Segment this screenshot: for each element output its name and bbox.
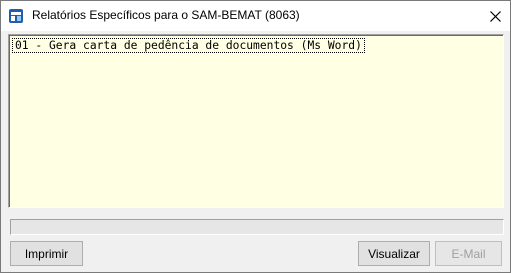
email-button[interactable]: E-Mail [435, 241, 502, 266]
progress-bar [10, 219, 504, 235]
preview-button[interactable]: Visualizar [358, 241, 430, 266]
list-item[interactable]: 01 - Gera carta de pedência de documento… [12, 38, 365, 53]
report-list[interactable]: 01 - Gera carta de pedência de documento… [8, 34, 504, 208]
dialog-window: Relatórios Específicos para o SAM-BEMAT … [0, 0, 511, 273]
print-button[interactable]: Imprimir [10, 241, 83, 266]
title-bar[interactable]: Relatórios Específicos para o SAM-BEMAT … [1, 1, 510, 31]
window-title: Relatórios Específicos para o SAM-BEMAT … [32, 8, 300, 22]
close-button[interactable] [480, 1, 510, 31]
close-icon [489, 10, 501, 22]
app-icon [8, 8, 24, 24]
